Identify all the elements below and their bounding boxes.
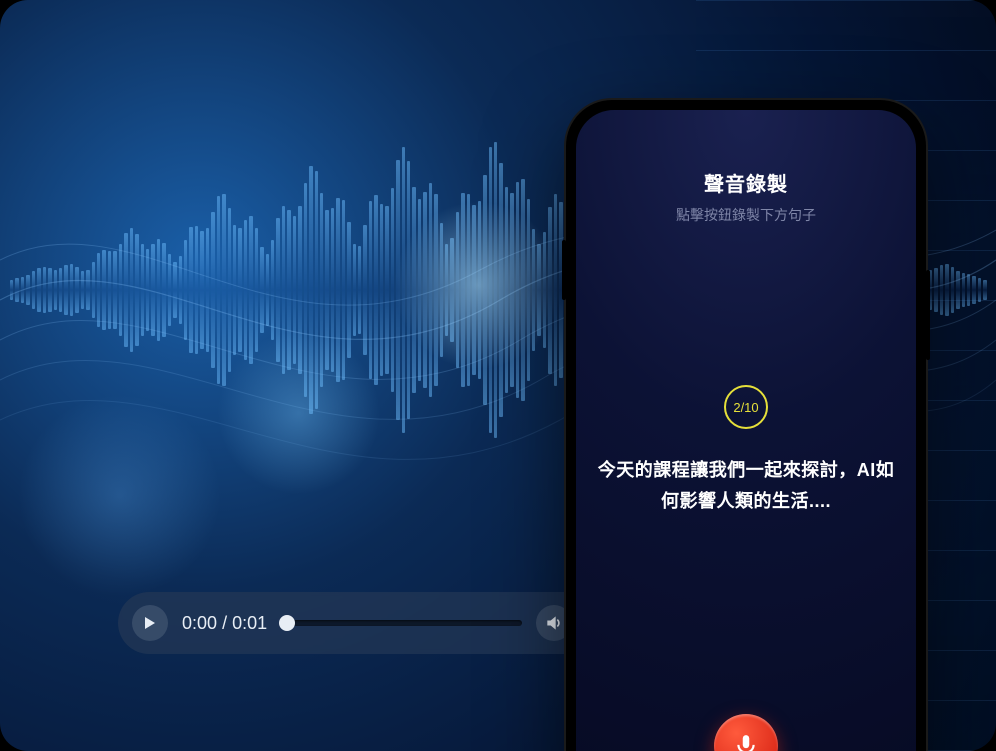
speaker-icon: [544, 613, 564, 633]
screen-title: 聲音錄製: [704, 168, 788, 197]
seek-bar[interactable]: [281, 620, 522, 626]
background: 0:00 / 0:01 聲音錄製 點擊按鈕錄製下方句子 2/10 今天的課程讓我…: [0, 0, 996, 751]
phone-screen: 聲音錄製 點擊按鈕錄製下方句子 2/10 今天的課程讓我們一起來探討，AI如何影…: [576, 110, 916, 751]
play-icon: [143, 616, 157, 630]
playback-time: 0:00 / 0:01: [182, 613, 267, 634]
duration: 0:01: [232, 613, 267, 633]
seek-thumb[interactable]: [279, 615, 295, 631]
play-button[interactable]: [132, 605, 168, 641]
current-time: 0:00: [182, 613, 217, 633]
record-button[interactable]: [714, 714, 778, 751]
microphone-icon: [733, 733, 759, 751]
recording-prompt: 今天的課程讓我們一起來探討，AI如何影響人類的生活....: [576, 455, 916, 516]
screen-subtitle: 點擊按鈕錄製下方句子: [676, 205, 816, 225]
progress-badge: 2/10: [724, 385, 768, 429]
phone-mockup: 聲音錄製 點擊按鈕錄製下方句子 2/10 今天的課程讓我們一起來探討，AI如何影…: [566, 100, 926, 751]
audio-player: 0:00 / 0:01: [118, 592, 618, 654]
